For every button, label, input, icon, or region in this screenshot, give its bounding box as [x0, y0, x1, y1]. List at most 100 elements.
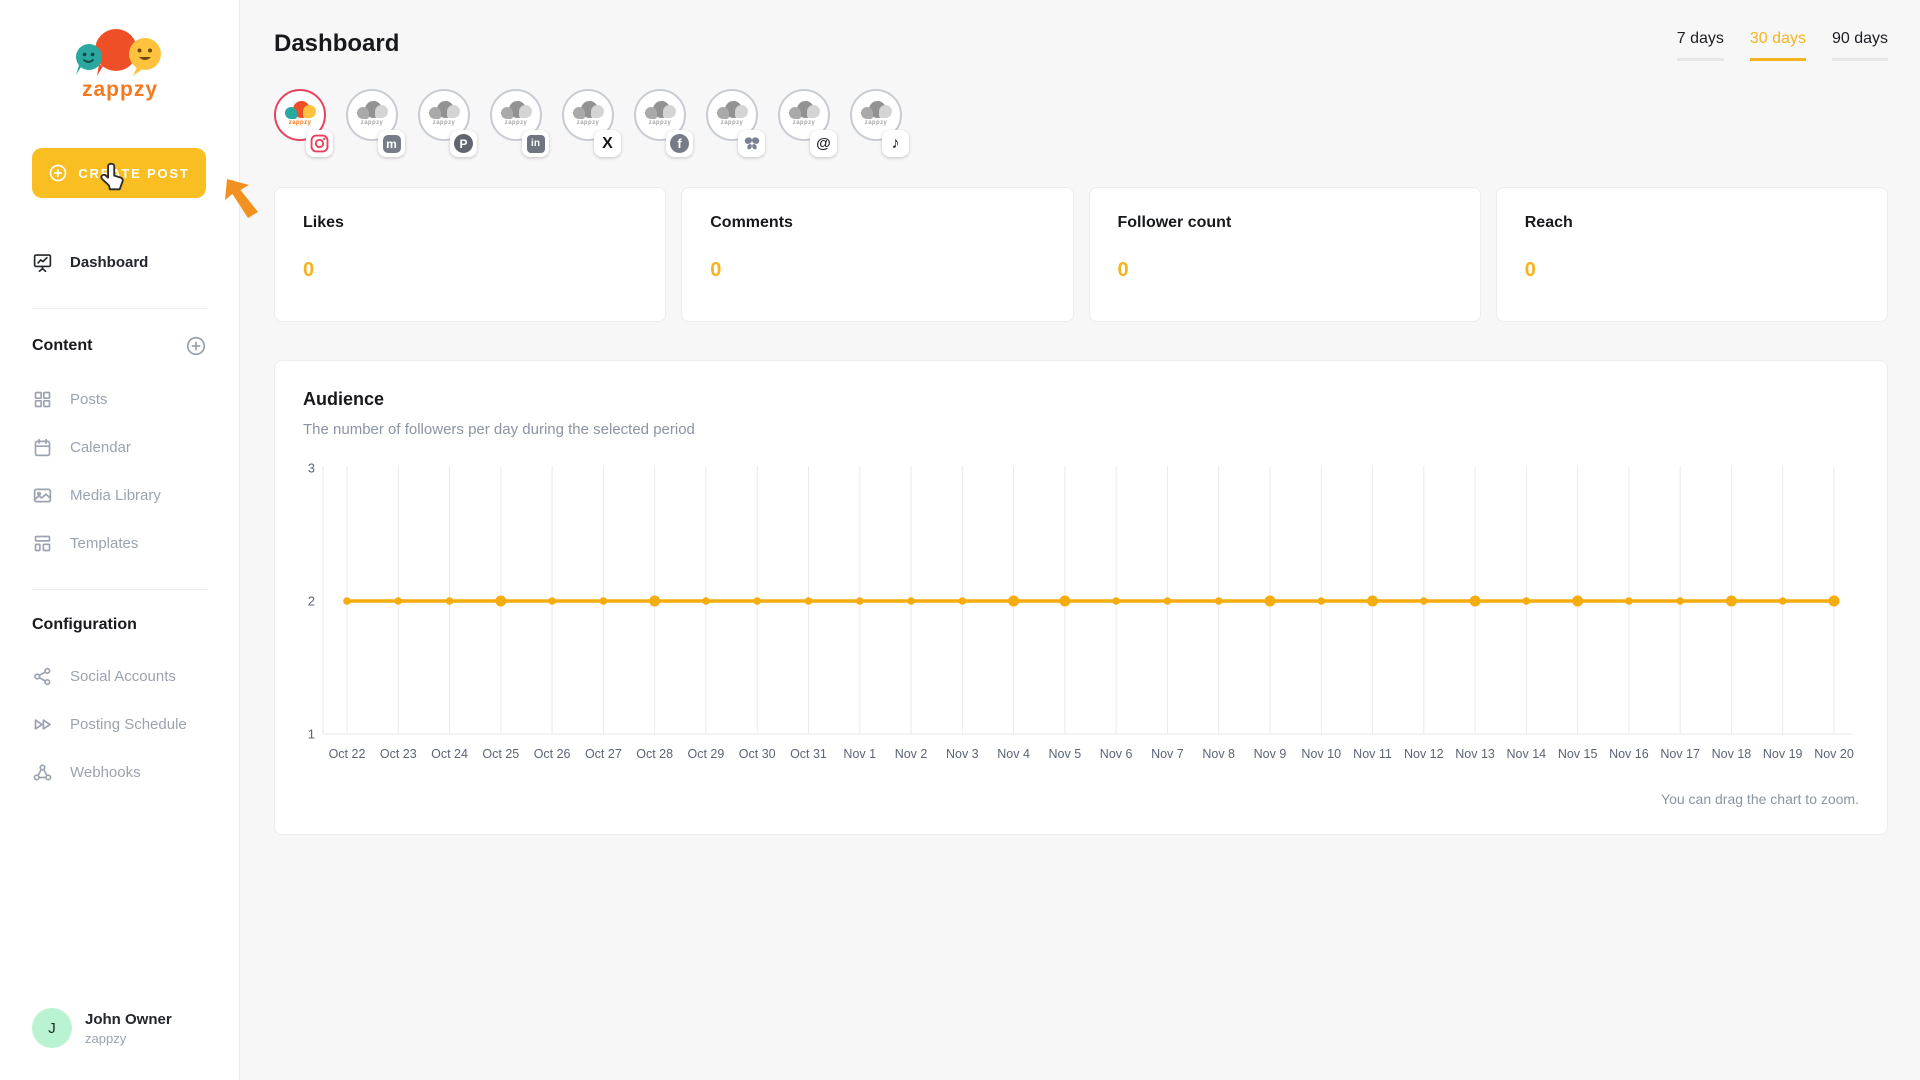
sidebar-item-label: Posts	[70, 391, 108, 408]
stat-value: 0	[710, 259, 1044, 282]
zappzy-avatar: zappzy	[858, 99, 894, 131]
stat-label: Comments	[710, 214, 1044, 232]
social-accounts-row: zappzyzappzymzappzyPzappzyinzappzyXzappz…	[274, 89, 1888, 159]
sidebar-item-dashboard[interactable]: Dashboard	[0, 238, 239, 286]
sidebar-item-label: Social Accounts	[70, 668, 176, 685]
zappzy-avatar: zappzy	[570, 99, 606, 131]
svg-text:Nov 19: Nov 19	[1763, 747, 1803, 761]
account-avatar-mastodon[interactable]: zappzym	[346, 89, 404, 159]
account-avatar-instagram[interactable]: zappzy	[274, 89, 332, 159]
svg-text:Oct 31: Oct 31	[790, 747, 827, 761]
main-content: Dashboard 7 days30 days90 days zappzyzap…	[240, 0, 1920, 1080]
svg-text:Nov 9: Nov 9	[1254, 747, 1287, 761]
sidebar-item-label: Posting Schedule	[70, 716, 187, 733]
svg-text:Nov 12: Nov 12	[1404, 747, 1444, 761]
linkedin-icon: in	[522, 130, 549, 157]
stat-value: 0	[1525, 259, 1859, 282]
svg-text:Oct 22: Oct 22	[329, 747, 366, 761]
sidebar-item-label: Media Library	[70, 487, 161, 504]
stat-card-follower-count: Follower count0	[1089, 187, 1481, 322]
account-avatar-x[interactable]: zappzyX	[562, 89, 620, 159]
stat-value: 0	[1118, 259, 1452, 282]
add-content-button[interactable]	[185, 335, 207, 357]
audience-title: Audience	[303, 389, 1859, 410]
sidebar: zappzy CREATE POST DashboardContentPosts…	[0, 0, 240, 1080]
svg-text:Nov 11: Nov 11	[1353, 747, 1392, 761]
svg-text:Nov 7: Nov 7	[1151, 747, 1184, 761]
zappzy-avatar: zappzy	[282, 99, 318, 131]
facebook-icon: f	[666, 130, 693, 157]
svg-text:Oct 24: Oct 24	[431, 747, 468, 761]
pinterest-icon: P	[450, 130, 477, 157]
svg-text:Nov 10: Nov 10	[1301, 747, 1341, 761]
webhook-icon	[32, 762, 53, 783]
account-avatar-facebook[interactable]: zappzyf	[634, 89, 692, 159]
sidebar-item-posts[interactable]: Posts	[0, 375, 239, 423]
svg-text:Nov 18: Nov 18	[1712, 747, 1752, 761]
period-tab-30-days[interactable]: 30 days	[1750, 30, 1806, 61]
stat-card-reach: Reach0	[1496, 187, 1888, 322]
stat-card-comments: Comments 0	[681, 187, 1073, 322]
x-icon: X	[594, 130, 621, 157]
svg-text:Oct 28: Oct 28	[636, 747, 673, 761]
zappzy-avatar: zappzy	[714, 99, 750, 131]
sidebar-nav: DashboardContentPostsCalendarMedia Libra…	[0, 238, 239, 796]
zappzy-avatar: zappzy	[354, 99, 390, 131]
instagram-icon	[306, 130, 333, 157]
zappzy-logo-icon: zappzy	[59, 24, 181, 106]
sidebar-item-webhooks[interactable]: Webhooks	[0, 748, 239, 796]
sidebar-item-social-accounts[interactable]: Social Accounts	[0, 652, 239, 700]
section-title: Configuration	[32, 616, 137, 634]
svg-text:3: 3	[308, 461, 315, 476]
svg-text:zappzy: zappzy	[81, 78, 157, 101]
brand-logo[interactable]: zappzy	[0, 0, 239, 106]
svg-text:Oct 23: Oct 23	[380, 747, 417, 761]
mastodon-icon: m	[378, 130, 405, 157]
account-avatar-threads[interactable]: zappzy@	[778, 89, 836, 159]
account-avatar-pinterest[interactable]: zappzyP	[418, 89, 476, 159]
svg-text:Nov 15: Nov 15	[1558, 747, 1598, 761]
app-root: zappzy CREATE POST DashboardContentPosts…	[0, 0, 1920, 1080]
account-avatar-tiktok[interactable]: zappzy♪	[850, 89, 908, 159]
sidebar-item-posting-schedule[interactable]: Posting Schedule	[0, 700, 239, 748]
svg-text:Oct 27: Oct 27	[585, 747, 622, 761]
svg-text:Nov 5: Nov 5	[1049, 747, 1082, 761]
stat-value: 0	[303, 259, 637, 282]
svg-text:Nov 2: Nov 2	[895, 747, 928, 761]
svg-text:1: 1	[308, 727, 315, 742]
sidebar-item-label: Dashboard	[70, 254, 148, 271]
stat-label: Likes	[303, 214, 637, 232]
avatar: J	[32, 1008, 72, 1048]
sidebar-item-label: Calendar	[70, 439, 131, 456]
period-tab-90-days[interactable]: 90 days	[1832, 30, 1888, 61]
sidebar-item-label: Templates	[70, 535, 138, 552]
zappzy-avatar: zappzy	[642, 99, 678, 131]
zappzy-avatar: zappzy	[426, 99, 462, 131]
sidebar-item-templates[interactable]: Templates	[0, 519, 239, 567]
schedule-icon	[32, 714, 53, 735]
svg-text:Oct 29: Oct 29	[688, 747, 725, 761]
svg-text:Nov 6: Nov 6	[1100, 747, 1133, 761]
sidebar-item-calendar[interactable]: Calendar	[0, 423, 239, 471]
account-avatar-linkedin[interactable]: zappzyin	[490, 89, 548, 159]
svg-text:Nov 14: Nov 14	[1507, 747, 1547, 761]
share-icon	[32, 666, 53, 687]
svg-text:Oct 26: Oct 26	[534, 747, 571, 761]
templates-icon	[32, 533, 53, 554]
threads-icon: @	[810, 130, 837, 157]
stat-card-likes: Likes 0	[274, 187, 666, 322]
svg-text:Nov 17: Nov 17	[1660, 747, 1700, 761]
sidebar-item-media-library[interactable]: Media Library	[0, 471, 239, 519]
create-post-label: CREATE POST	[78, 166, 189, 181]
chart-zoom-hint: You can drag the chart to zoom.	[303, 791, 1859, 807]
posts-icon	[32, 389, 53, 410]
sidebar-divider	[32, 589, 207, 590]
user-menu[interactable]: J John Owner zappzy	[32, 1008, 172, 1048]
svg-text:Nov 8: Nov 8	[1202, 747, 1235, 761]
account-avatar-bluesky[interactable]: zappzy	[706, 89, 764, 159]
svg-text:Oct 30: Oct 30	[739, 747, 776, 761]
user-name: John Owner	[85, 1011, 172, 1028]
period-tab-7-days[interactable]: 7 days	[1677, 30, 1724, 61]
audience-chart[interactable]: 123Oct 22Oct 23Oct 24Oct 25Oct 26Oct 27O…	[303, 460, 1859, 777]
user-workspace: zappzy	[85, 1031, 172, 1046]
